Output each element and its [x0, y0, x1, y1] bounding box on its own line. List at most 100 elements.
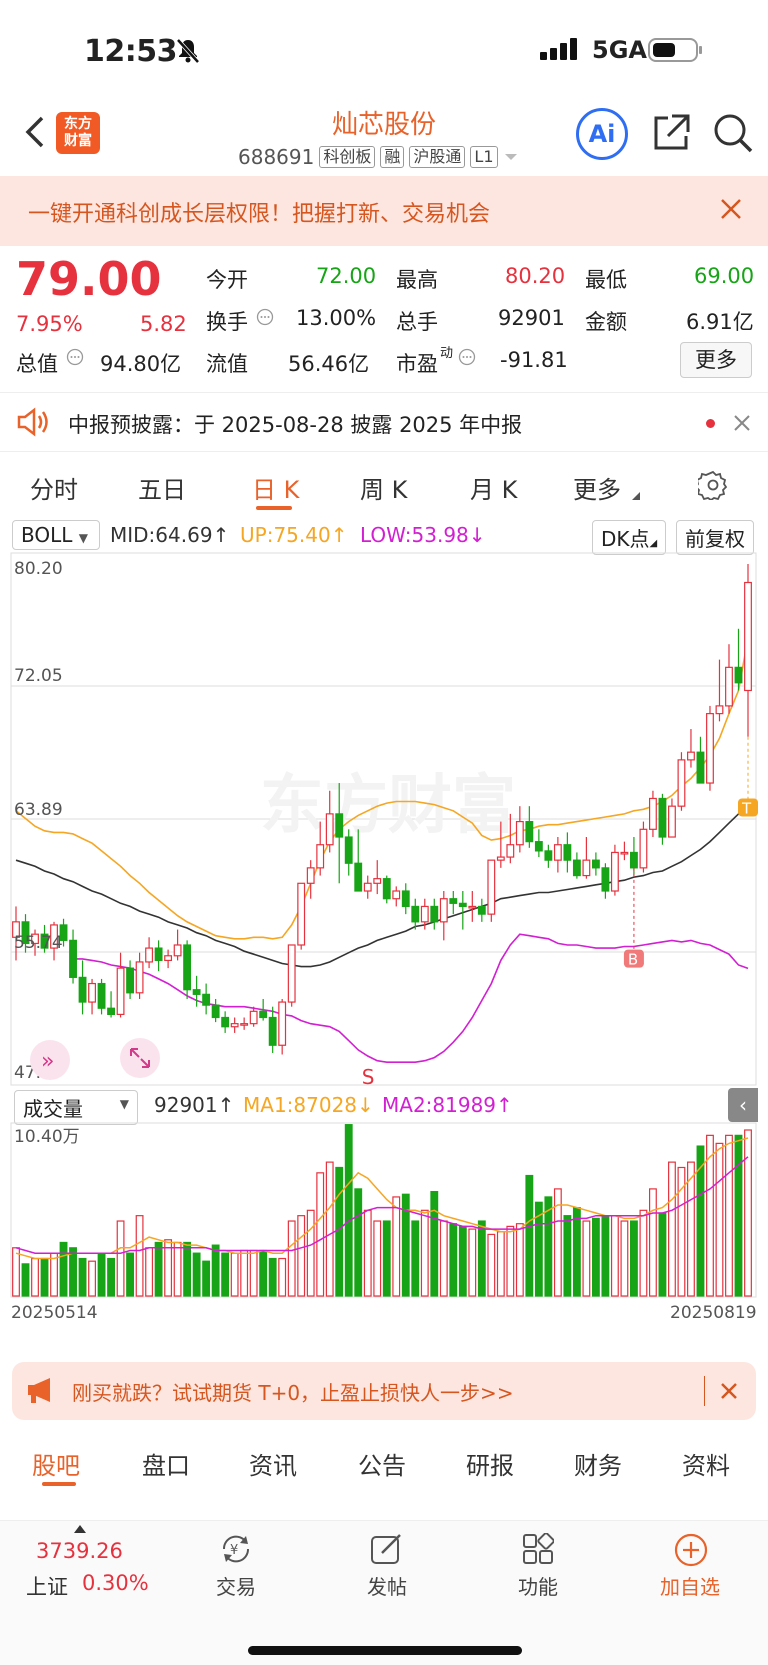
add-watchlist-label[interactable]: 加自选 — [640, 1571, 740, 1600]
volume-indicator-bar: 成交量 ▼ 92901↑ MA1:87028↓ MA2:81989↑ ‹ — [0, 1088, 768, 1125]
network-type: 5GA — [592, 36, 647, 64]
close-icon[interactable] — [720, 1382, 738, 1400]
candle-body — [639, 828, 648, 869]
sell-marker: S — [362, 1065, 375, 1086]
adjust-button[interactable]: 前复权 — [676, 520, 754, 555]
stock-code-row: 688691 科创板 融 沪股通 L1 — [238, 145, 519, 169]
volume-value: 92901↑ — [154, 1093, 235, 1117]
volume-label: 总手 — [396, 310, 438, 334]
candle-body — [249, 1010, 258, 1025]
index-value[interactable]: 3739.26 — [36, 1539, 123, 1563]
fullscreen-button[interactable] — [120, 1038, 160, 1078]
candle-body — [572, 859, 581, 877]
promo-banner[interactable]: 一键开通科创成长层权限！把握打新、交易机会 — [0, 176, 768, 246]
futures-promo-banner[interactable]: 刚买就跌？试试期货 T+0，止盈止损快人一步>> — [12, 1362, 756, 1420]
volume-bar — [601, 1215, 610, 1297]
tab-profile[interactable]: 资料 — [682, 1446, 730, 1481]
candle-body — [154, 947, 163, 962]
t-marker: T — [741, 799, 752, 817]
tab-daily-k[interactable]: 日 K — [252, 470, 299, 505]
info-icon[interactable] — [256, 308, 274, 326]
indicator-bar: BOLL ▼ MID:64.69↑ UP:75.40↑ LOW:53.98↓ D… — [0, 518, 768, 555]
notice-text: 中报预披露：于 2025-08-28 披露 2025 年中报 — [68, 413, 523, 437]
float-label: 流值 — [206, 352, 248, 376]
volume-bar — [88, 1260, 96, 1297]
search-icon[interactable] — [712, 112, 754, 154]
share-icon[interactable] — [650, 112, 692, 154]
dk-point-button[interactable]: DK点◢ — [592, 520, 667, 555]
candle-body — [363, 882, 372, 892]
tab-news[interactable]: 资讯 — [249, 1446, 297, 1481]
candle-body — [259, 1010, 268, 1019]
low-value: 69.00 — [694, 264, 755, 288]
tab-five-day[interactable]: 五日 — [138, 470, 186, 505]
tab-orderbook[interactable]: 盘口 — [142, 1446, 190, 1481]
active-tab-indicator — [42, 1482, 76, 1486]
tab-announcements[interactable]: 公告 — [358, 1446, 406, 1481]
trade-icon[interactable]: ¥ — [218, 1533, 254, 1565]
open-value: 72.00 — [316, 264, 377, 288]
signal-icon — [540, 38, 577, 60]
close-icon[interactable] — [734, 415, 750, 431]
low-label: 最低 — [585, 268, 627, 292]
last-price: 79.00 — [16, 252, 162, 306]
disclosure-notice[interactable]: 中报预披露：于 2025-08-28 披露 2025 年中报 — [0, 392, 768, 452]
candle-body — [392, 890, 401, 900]
high-value: 80.20 — [505, 264, 566, 288]
collapse-button[interactable]: ‹ — [728, 1088, 758, 1122]
gear-icon[interactable] — [698, 470, 728, 500]
x-start-date: 20250514 — [11, 1303, 98, 1322]
boll-up: UP:75.40↑ — [240, 523, 348, 547]
candle-body — [306, 867, 315, 884]
tab-financials[interactable]: 财务 — [574, 1446, 622, 1481]
volume-bar — [525, 1174, 534, 1297]
volume-bar — [658, 1212, 667, 1297]
info-icon[interactable] — [458, 348, 476, 366]
candle-body — [126, 967, 135, 994]
volume-bar — [468, 1228, 477, 1297]
turnover-label: 换手 — [206, 310, 248, 334]
volume-bar — [687, 1161, 695, 1297]
volume-bar — [287, 1220, 296, 1297]
volume-bar — [392, 1196, 401, 1297]
tag-hk-connect: 沪股通 — [409, 146, 466, 168]
volume-bar — [420, 1209, 429, 1297]
volume-bar — [173, 1241, 182, 1297]
volume-select[interactable]: 成交量 ▼ — [14, 1090, 138, 1125]
function-label[interactable]: 功能 — [488, 1571, 588, 1600]
candle-body — [278, 1001, 287, 1046]
index-name[interactable]: 上证 — [26, 1571, 68, 1601]
volume-bar — [487, 1233, 496, 1297]
tab-research[interactable]: 研报 — [466, 1446, 514, 1481]
close-icon[interactable] — [720, 198, 742, 220]
candle-body — [534, 841, 543, 852]
volume-bar — [297, 1215, 306, 1297]
volume-bar — [572, 1207, 581, 1297]
tab-more[interactable]: 更多 — [573, 470, 621, 505]
post-edit-icon[interactable] — [370, 1533, 404, 1565]
indicator-select[interactable]: BOLL ▼ — [12, 520, 100, 550]
tab-weekly-k[interactable]: 周 K — [360, 470, 407, 505]
period-tabs: 分时 五日 日 K 周 K 月 K 更多 — [0, 456, 768, 516]
info-icon[interactable] — [66, 348, 84, 366]
volume-bar — [97, 1252, 106, 1297]
grid-apps-icon[interactable] — [522, 1533, 554, 1565]
tab-monthly-k[interactable]: 月 K — [470, 470, 517, 505]
candle-body — [107, 1007, 115, 1016]
volume-bar — [221, 1252, 230, 1297]
dropdown-caret-icon[interactable] — [503, 152, 519, 162]
candle-body — [668, 805, 676, 838]
tab-intraday[interactable]: 分时 — [30, 470, 78, 505]
volume-bar — [316, 1172, 325, 1297]
add-circle-icon[interactable] — [674, 1533, 708, 1567]
more-button[interactable]: 更多 — [680, 342, 752, 378]
volume-bar — [31, 1257, 39, 1297]
volume-bar — [725, 1134, 733, 1297]
volume-bar — [563, 1215, 572, 1297]
trade-label[interactable]: 交易 — [186, 1571, 286, 1600]
ai-assistant-button[interactable]: Ai — [576, 108, 628, 160]
tag-level: L1 — [470, 146, 498, 168]
post-label[interactable]: 发帖 — [337, 1571, 437, 1600]
candlestick-chart[interactable]: 东方财富 SBT 80.20 72.05 63.89 55.74 47.59 » — [0, 552, 768, 1086]
tab-forum[interactable]: 股吧 — [32, 1446, 80, 1481]
